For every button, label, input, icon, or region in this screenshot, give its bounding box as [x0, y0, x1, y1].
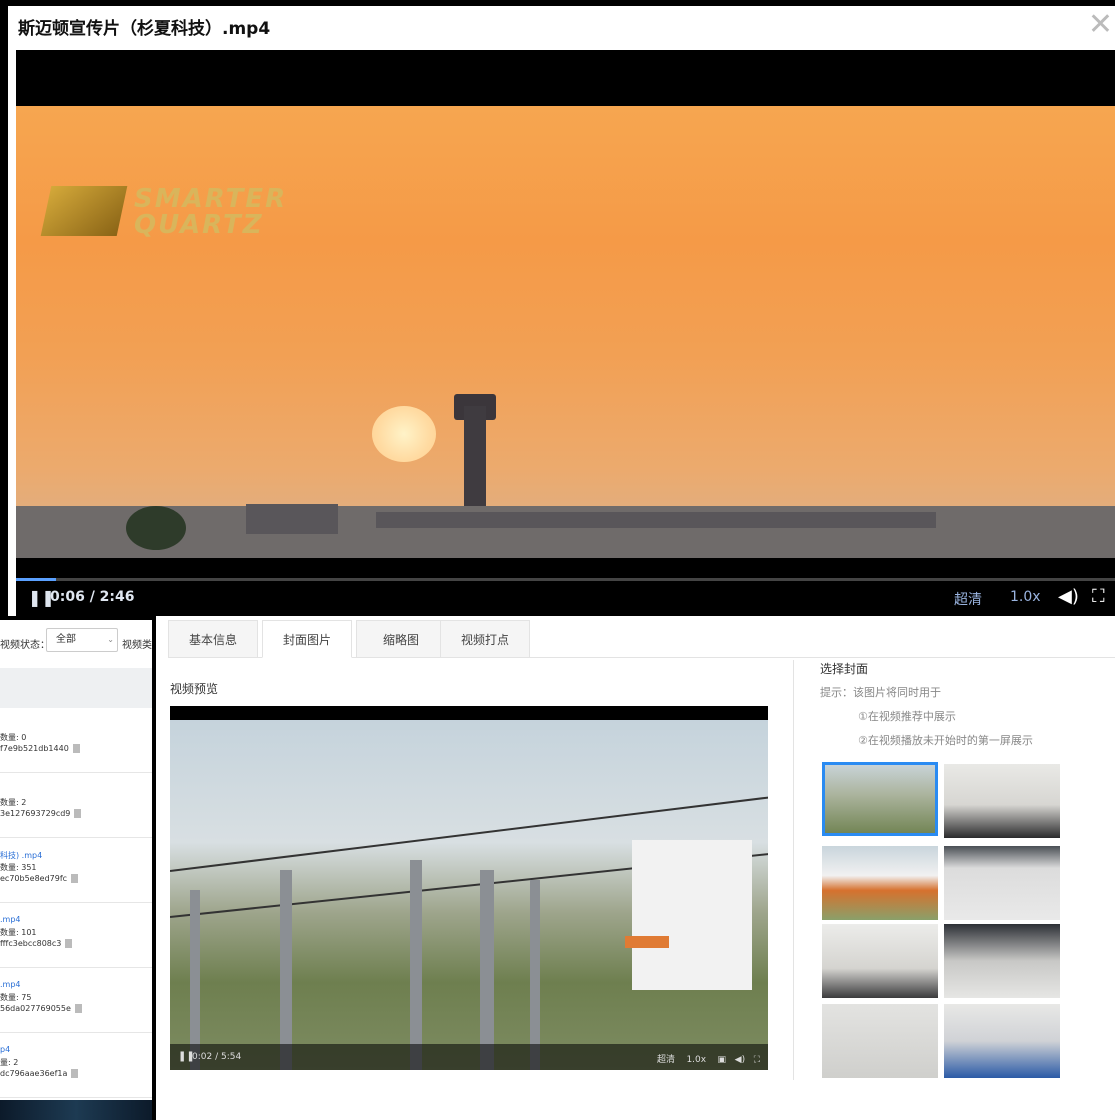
list-item-count: 数量: 101	[0, 928, 37, 937]
preview-speed-button[interactable]: 1.0x	[686, 1055, 706, 1065]
speed-button[interactable]: 1.0x	[1010, 589, 1041, 605]
picture-in-picture-icon[interactable]: ▣	[718, 1055, 727, 1065]
video-frame: SMARTER QUARTZ	[16, 106, 1115, 558]
pylon	[190, 890, 200, 1070]
video-type-label: 视频类	[122, 640, 152, 651]
list-item[interactable]: .mp4 数量: 75 56da027769055e	[0, 968, 152, 1033]
preview-video-player[interactable]: ❚❚ 0:02 / 5:54 超清 1.0x ▣ ◀) ⛶	[170, 706, 768, 1070]
preview-right-controls: 超清 1.0x ▣ ◀) ⛶	[657, 1052, 760, 1065]
copy-icon[interactable]	[72, 744, 80, 753]
video-list-panel: 视频状态： 全部 ⌄ 视频类 数量: 0 f7e9b521db1440 数量: …	[0, 620, 152, 1120]
list-item-id: f7e9b521db1440	[0, 744, 80, 753]
copy-icon[interactable]	[71, 1069, 79, 1078]
list-item-count: 数量: 351	[0, 863, 37, 872]
background-image-strip	[0, 1100, 152, 1120]
volume-icon[interactable]: ◀)	[735, 1055, 745, 1065]
progress-fill	[16, 578, 56, 581]
list-item-title[interactable]: .mp4	[0, 915, 21, 924]
tab-video-markers[interactable]: 视频打点	[440, 620, 530, 658]
cover-thumbnail[interactable]	[944, 764, 1060, 838]
preview-title: 视频预览	[170, 682, 219, 696]
list-item-count: 数量: 75	[0, 993, 32, 1002]
volume-icon[interactable]: ◀)	[1058, 586, 1079, 607]
list-item-title[interactable]: 科技) .mp4	[0, 850, 42, 861]
quality-button[interactable]: 超清	[954, 589, 982, 609]
pylon	[280, 870, 292, 1070]
list-item-id: 56da027769055e	[0, 1004, 82, 1013]
list-item[interactable]: 数量: 0 f7e9b521db1440	[0, 708, 152, 773]
list-item-count: 数量: 0	[0, 733, 27, 742]
list-item-id: fffc3ebcc808c3	[0, 939, 73, 948]
list-item-id: 3e127693729cd9	[0, 809, 82, 818]
modal-title: 斯迈顿宣传片（杉夏科技）.mp4	[18, 19, 271, 39]
video-edit-panel: 基本信息 封面图片 缩略图 视频打点 视频预览 ❚❚ 0:02 / 5:54 超…	[156, 612, 1115, 1120]
list-item[interactable]: p4 量: 2 dc796aae36ef1a	[0, 1033, 152, 1098]
copy-icon[interactable]	[74, 1004, 82, 1013]
chevron-down-icon: ⌄	[107, 635, 114, 644]
tab-basic-info[interactable]: 基本信息	[168, 620, 258, 658]
video-player[interactable]: SMARTER QUARTZ ❚❚ 0:06 / 2:46 超清 1.0x ◀)…	[16, 50, 1115, 616]
logo-text: SMARTER QUARTZ	[134, 184, 288, 240]
tree	[126, 506, 186, 550]
sun	[372, 406, 436, 462]
copy-icon[interactable]	[65, 939, 73, 948]
filter-bar: 视频状态： 全部 ⌄ 视频类	[0, 620, 152, 662]
pylon	[530, 880, 540, 1070]
cover-thumbnail[interactable]	[944, 846, 1060, 920]
cover-thumbnail[interactable]	[822, 1004, 938, 1078]
video-controls: ❚❚ 0:06 / 2:46 超清 1.0x ◀) ⛶	[16, 578, 1115, 616]
cover-divider	[793, 660, 794, 1080]
list-item-id: dc796aae36ef1a	[0, 1069, 79, 1078]
cover-thumbnail[interactable]	[822, 762, 938, 836]
pylon	[410, 860, 422, 1070]
video-status-select[interactable]: 全部 ⌄	[46, 628, 118, 652]
cover-thumbnail[interactable]	[944, 1004, 1060, 1078]
cover-hint: 提示：该图片将同时用于	[820, 686, 941, 699]
list-item[interactable]: .mp4 数量: 101 fffc3ebcc808c3	[0, 903, 152, 968]
preview-quality-button[interactable]: 超清	[657, 1055, 675, 1065]
terminal-building	[246, 504, 338, 534]
cover-section-title: 选择封面	[820, 662, 869, 676]
substation-building	[632, 840, 752, 990]
list-item-title[interactable]: .mp4	[0, 980, 21, 989]
list-item-count: 数量: 2	[0, 798, 27, 807]
close-icon[interactable]: ✕	[1088, 10, 1113, 40]
list-item-id: ec70b5e8ed79fc	[0, 874, 79, 883]
list-item-title[interactable]: p4	[0, 1045, 10, 1054]
list-header	[0, 668, 152, 709]
tab-cover-image[interactable]: 封面图片	[262, 620, 352, 658]
copy-icon[interactable]	[74, 809, 82, 818]
cover-thumbnail[interactable]	[822, 924, 938, 998]
terminal-building	[376, 512, 936, 528]
list-item[interactable]: 科技) .mp4 数量: 351 ec70b5e8ed79fc	[0, 838, 152, 903]
booth-roof	[625, 936, 669, 948]
cover-hint-line-1: ①在视频推荐中展示	[858, 710, 956, 723]
list-item[interactable]: 数量: 2 3e127693729cd9	[0, 773, 152, 838]
list-item-count: 量: 2	[0, 1058, 19, 1067]
cover-thumbnail[interactable]	[944, 924, 1060, 998]
fullscreen-icon[interactable]: ⛶	[1092, 586, 1105, 607]
playback-time: 0:06 / 2:46	[50, 589, 135, 605]
copy-icon[interactable]	[71, 874, 79, 883]
tab-thumbnail[interactable]: 缩略图	[356, 620, 446, 658]
preview-controls: ❚❚ 0:02 / 5:54 超清 1.0x ▣ ◀) ⛶	[170, 1044, 768, 1070]
fullscreen-icon[interactable]: ⛶	[754, 1055, 760, 1065]
pylon	[480, 870, 494, 1070]
preview-video-frame	[170, 720, 768, 1070]
video-status-value: 全部	[56, 634, 76, 645]
video-status-label: 视频状态：	[0, 640, 50, 651]
cover-hint-line-2: ②在视频播放未开始时的第一屏展示	[858, 734, 1033, 747]
cover-thumbnail[interactable]	[822, 846, 938, 920]
progress-bar[interactable]	[16, 578, 1115, 581]
video-player-modal: 斯迈顿宣传片（杉夏科技）.mp4 ✕ SMARTER QUARTZ ❚❚ 0:0…	[8, 6, 1115, 616]
preview-time: 0:02 / 5:54	[192, 1052, 242, 1062]
control-tower	[464, 406, 486, 516]
logo-mark	[40, 186, 128, 236]
